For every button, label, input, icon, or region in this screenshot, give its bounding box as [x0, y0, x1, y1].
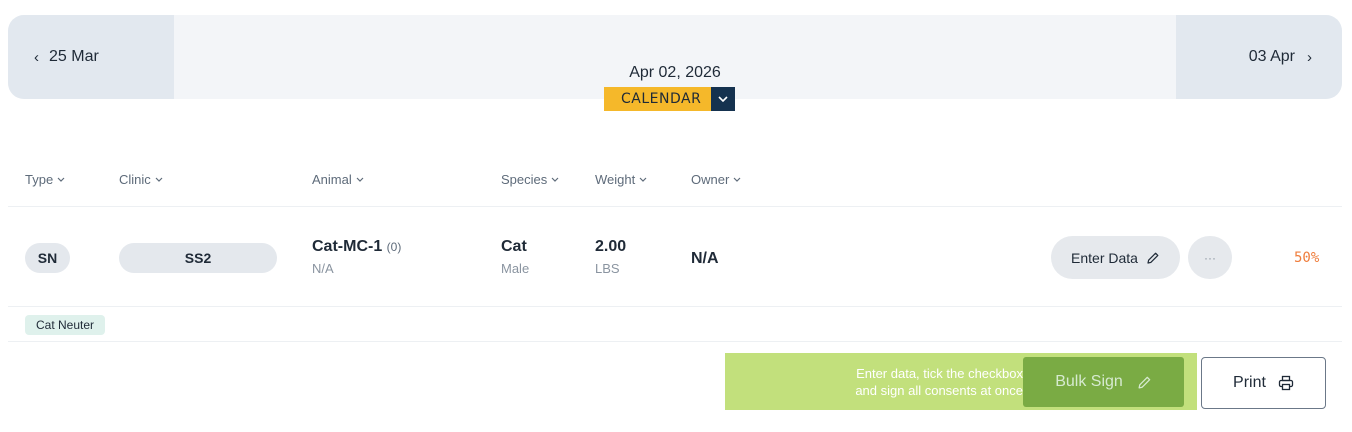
procedure-tag: Cat Neuter — [25, 315, 106, 335]
bulk-sign-hint-line: and sign all consents at once — [855, 383, 1023, 398]
column-header-label: Owner — [691, 172, 730, 187]
more-icon: ··· — [1204, 250, 1216, 265]
calendar-view-toggle[interactable]: CALENDAR — [604, 87, 736, 111]
bulk-sign-hint: Enter data, tick the checkbox and sign a… — [763, 365, 1023, 399]
column-header-weight[interactable]: Weight — [595, 172, 647, 187]
bulk-sign-highlight: Enter data, tick the checkbox and sign a… — [725, 353, 1197, 410]
column-header-label: Type — [25, 172, 54, 187]
more-options-button[interactable]: ··· — [1188, 236, 1232, 279]
clinic-badge: SS2 — [119, 243, 277, 273]
chevron-down-icon — [551, 177, 559, 182]
chevron-right-icon: › — [1307, 48, 1312, 66]
chevron-down-icon — [356, 177, 364, 182]
enter-data-button[interactable]: Enter Data — [1051, 236, 1180, 279]
column-header-species[interactable]: Species — [501, 172, 559, 187]
species-value: Cat — [501, 238, 527, 255]
next-date-button[interactable]: 03 Apr › — [1176, 15, 1342, 99]
owner-value: N/A — [691, 250, 719, 267]
animal-name: Cat-MC-1 — [312, 238, 383, 255]
chevron-down-icon — [57, 177, 65, 182]
pencil-icon — [1147, 252, 1159, 264]
animal-sub: N/A — [312, 261, 334, 276]
chevron-down-icon — [733, 177, 741, 182]
animal-count: (0) — [386, 240, 402, 254]
column-header-animal[interactable]: Animal — [312, 172, 364, 187]
weight-value: 2.00 — [595, 238, 627, 255]
pencil-icon — [1138, 376, 1151, 388]
sex-value: Male — [501, 261, 530, 276]
enter-data-label: Enter Data — [1071, 249, 1138, 266]
print-label: Print — [1233, 374, 1266, 391]
prev-date-button[interactable]: ‹ 25 Mar — [8, 15, 174, 99]
column-header-label: Species — [501, 172, 548, 187]
weight-unit: LBS — [595, 261, 620, 276]
type-badge: SN — [25, 243, 70, 273]
progress-percent: 50% — [1294, 250, 1320, 266]
bulk-sign-label: Bulk Sign — [1055, 373, 1123, 390]
chevron-left-icon: ‹ — [34, 48, 39, 66]
current-date: Apr 02, 2026 — [629, 64, 721, 81]
column-header-type[interactable]: Type — [25, 172, 65, 187]
column-header-clinic[interactable]: Clinic — [119, 172, 163, 187]
chevron-down-icon — [718, 96, 728, 102]
printer-icon — [1278, 375, 1294, 391]
column-header-owner[interactable]: Owner — [691, 172, 741, 187]
print-button[interactable]: Print — [1201, 357, 1326, 409]
column-header-label: Clinic — [119, 172, 151, 187]
bulk-sign-button[interactable]: Bulk Sign — [1023, 357, 1184, 407]
calendar-dropdown-button[interactable] — [711, 87, 736, 111]
chevron-down-icon — [155, 177, 163, 182]
column-header-label: Weight — [595, 172, 636, 187]
divider — [8, 206, 1342, 207]
divider — [8, 341, 1342, 342]
chevron-down-icon — [639, 177, 647, 182]
calendar-label: CALENDAR — [604, 87, 712, 111]
next-date-label: 03 Apr — [1248, 48, 1295, 65]
column-header-label: Animal — [312, 172, 352, 187]
bulk-sign-hint-line: Enter data, tick the checkbox — [856, 366, 1023, 381]
divider — [8, 306, 1342, 307]
animal-cell[interactable]: Cat-MC-1 (0) — [312, 238, 401, 256]
